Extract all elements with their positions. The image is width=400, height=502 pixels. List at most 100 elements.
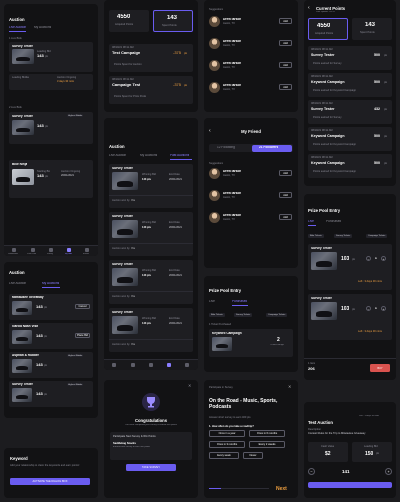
transaction-unit: pts — [384, 81, 388, 84]
transaction-card[interactable]: 08/10/21 08:11 AM Test Campaign -375 pts… — [109, 44, 193, 72]
transaction-title: Keyword Campaign — [311, 161, 345, 165]
tab-my-auctions[interactable]: My Auctions — [140, 154, 157, 158]
add-friend-button[interactable]: Add — [279, 214, 292, 220]
next-button[interactable]: Next — [276, 486, 287, 492]
increase-bid-button[interactable]: + — [385, 468, 392, 475]
events-icon[interactable] — [185, 363, 189, 367]
bids-icon[interactable] — [167, 363, 171, 367]
dashboard-icon[interactable] — [12, 248, 16, 252]
option-never[interactable]: Never — [243, 452, 263, 459]
transaction-note: Points earned for Survey — [313, 116, 342, 119]
prize-card[interactable]: Survey Tester 103 pts −1 + Left : 3 days 30 m… — [308, 244, 392, 290]
increase-qty-button[interactable]: + — [381, 306, 386, 311]
option-once-a-year[interactable]: Once in a year — [209, 430, 245, 437]
tab-followers[interactable]: 21 Followers — [259, 146, 278, 150]
place-bid-bar[interactable] — [308, 482, 392, 488]
transaction-card[interactable]: 08/10/21 08:11 AM Campaign Test -375 pts… — [109, 76, 193, 104]
nav-survey[interactable]: Survey — [47, 253, 53, 255]
nav-dashboard[interactable]: Dashboard — [8, 253, 18, 255]
buy-button[interactable]: BUY — [370, 364, 390, 372]
tab-past-auctions[interactable]: Past Auctions — [170, 154, 189, 158]
nav-prize-pool[interactable]: Prize Pool — [27, 253, 36, 255]
past-auction-card[interactable]: Survey Tester Winning Bid 143 pts End Date 2… — [109, 212, 193, 256]
chip-survey-tickets[interactable]: Survey Tickets — [234, 313, 253, 317]
transaction-card[interactable]: 08/10/21 08:11 AM Survey Tester 432 pts Poin… — [308, 100, 392, 124]
option-once-6-months[interactable]: Once in 6 months — [249, 430, 285, 437]
cancel-button[interactable]: Cancel — [75, 304, 90, 309]
take-survey-button[interactable]: TAKE SURVEY — [126, 464, 176, 471]
chip-survey-tickets[interactable]: Survey Tickets — [334, 234, 353, 238]
acquired-points-card: 4550 Acquired Points — [109, 10, 149, 32]
prize-icon[interactable] — [31, 248, 35, 252]
increase-qty-button[interactable]: + — [381, 256, 386, 261]
section-label: Suggestions — [209, 162, 224, 165]
next-survey-card[interactable]: Participate Next Survey & Win Points Sad… — [110, 432, 192, 460]
tab-live-auction[interactable]: Live Auction — [9, 26, 26, 30]
item-image — [12, 169, 34, 185]
transaction-card[interactable]: 08/10/21 08:11 AM Survey Tester 500 pts Poin… — [308, 46, 392, 70]
option-every-2-weeks[interactable]: Every 2 weeks — [249, 441, 285, 448]
survey-icon[interactable] — [149, 363, 153, 367]
chip-bike-tickets[interactable]: Bike Tickets — [308, 234, 324, 238]
chip-campaign-tickets[interactable]: Campaign Tickets — [266, 313, 288, 317]
auction-card[interactable]: Bike Ninja Starting Bid 143 pts Auction … — [9, 160, 93, 198]
page-title: My Friend — [241, 129, 261, 134]
prize-card[interactable]: Survey Tester 103 pts −1 + Left : 3 days 30 m… — [308, 294, 392, 340]
auction-card[interactable]: Survey Tester Highest Bidder 143 pts — [9, 112, 93, 144]
decrease-qty-button[interactable]: − — [366, 256, 371, 261]
add-friend-button[interactable]: Add — [279, 192, 292, 198]
past-auction-card[interactable]: Survey Tester Winning Bid 143 pts End Date 2… — [109, 164, 193, 208]
events-icon[interactable] — [85, 248, 89, 252]
status-text: Auction Ongoing — [57, 76, 77, 79]
back-icon[interactable]: ‹ — [308, 5, 310, 11]
option-every-week[interactable]: Every week — [209, 452, 239, 459]
add-friend-button[interactable]: Add — [279, 18, 292, 24]
chip-bike-tickets[interactable]: Bike Tickets — [209, 313, 225, 317]
ticket-image — [212, 337, 232, 351]
add-friend-button[interactable]: Add — [279, 62, 292, 68]
close-icon[interactable]: ✕ — [188, 384, 191, 389]
tab-my-auctions[interactable]: My Auctions — [34, 26, 51, 30]
auction-card[interactable]: Asphalt & Rubber Highest Bidder 143 pts — [9, 352, 93, 378]
transaction-card[interactable]: 08/10/21 08:11 AM Keyword Campaign 500 pts P… — [308, 154, 392, 178]
auction-card[interactable]: Survey Tester Leading Bid 143 pts — [9, 42, 93, 72]
tab-purchased[interactable]: Purchased — [232, 300, 247, 304]
item-name: Survey Tester — [112, 214, 133, 218]
close-icon[interactable]: ✕ — [288, 385, 291, 390]
activate-dialog-button[interactable]: ACTIVATE THE DIALOG BOX — [10, 478, 90, 485]
add-friend-button[interactable]: Add — [279, 170, 292, 176]
decrease-bid-button[interactable]: − — [308, 468, 315, 475]
tab-purchased[interactable]: Purchased — [326, 220, 341, 224]
option-once-3-months[interactable]: Once in 3 months — [209, 441, 245, 448]
auction-screen-past: Auction Live Auction My Auctions Past Au… — [104, 118, 198, 370]
tab-following[interactable]: 12 Following — [217, 146, 235, 150]
dashboard-icon[interactable] — [112, 363, 116, 367]
bottom-nav — [104, 359, 198, 370]
auction-card[interactable]: Survey Tester Highest Bidder 143 pts — [9, 381, 93, 407]
place-bid-button[interactable]: Place Bid — [75, 333, 90, 338]
ticket-card[interactable]: Keyword Campaign 2 Tickets Bought — [209, 329, 293, 357]
tab-live[interactable]: Live — [209, 300, 215, 304]
decrease-qty-button[interactable]: − — [366, 306, 371, 311]
auction-card[interactable]: Milwaukee Giveaway 143 pts Cancel — [9, 294, 93, 320]
tab-live-auction[interactable]: Live Auction — [109, 154, 126, 158]
end-date-label: End Date — [169, 173, 180, 176]
prize-icon[interactable] — [131, 363, 135, 367]
bid-input-value[interactable]: 141 — [342, 469, 350, 474]
transaction-card[interactable]: 08/10/21 08:11 AM Keyword Campaign 500 pts P… — [308, 127, 392, 151]
past-auction-card[interactable]: Survey Tester Winning Bid 143 pts End Date 2… — [109, 308, 193, 352]
end-date-label: End Date — [169, 221, 180, 224]
chip-campaign-tickets[interactable]: Campaign Tickets — [366, 234, 388, 238]
past-auction-card[interactable]: Survey Tester Winning Bid 143 pts End Date 2… — [109, 260, 193, 304]
add-friend-button[interactable]: Add — [279, 84, 292, 90]
survey-icon[interactable] — [49, 248, 53, 252]
add-friend-button[interactable]: Add — [279, 40, 292, 46]
tab-live[interactable]: Live — [308, 220, 314, 224]
tab-my-auctions[interactable]: My Auctions — [42, 282, 59, 286]
nav-events[interactable]: Events — [83, 253, 89, 255]
tab-live-auction[interactable]: Live Auction — [9, 282, 26, 286]
auction-card[interactable]: Garcia Nash Visit 143 pts Place Bid — [9, 323, 93, 349]
bids-icon[interactable] — [67, 248, 71, 252]
transaction-card[interactable]: 08/10/21 08:11 AM Keyword Campaign 500 pts P… — [308, 73, 392, 97]
nav-my-bids[interactable]: My Bids — [65, 253, 72, 255]
